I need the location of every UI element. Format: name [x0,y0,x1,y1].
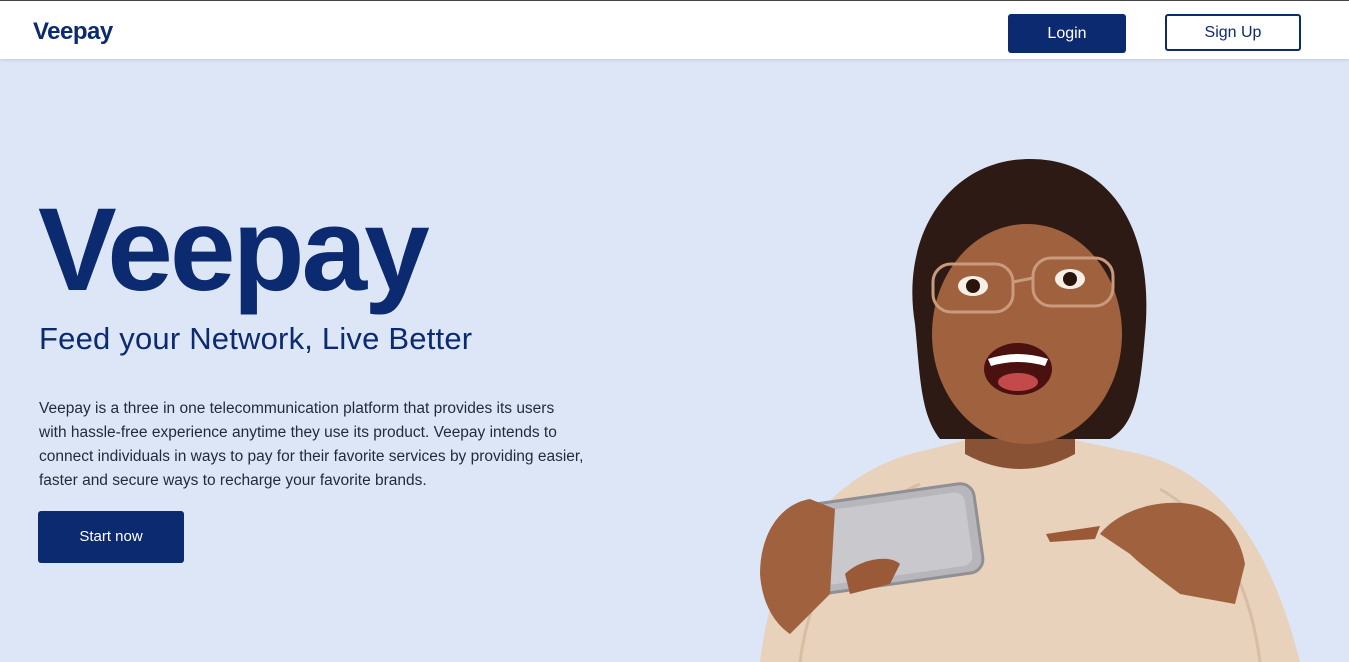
veepay-logo-large: Veepay [38,195,432,316]
veepay-logo-small[interactable]: Veepay [33,13,133,45]
start-now-button[interactable]: Start now [38,511,184,563]
hero-tagline: Feed your Network, Live Better [39,321,473,356]
hero-section: Veepay Feed your Network, Live Better Ve… [0,59,1349,662]
svg-text:Veepay: Veepay [38,195,429,316]
svg-text:Veepay: Veepay [33,18,114,45]
hero-description: Veepay is a three in one telecommunicati… [39,400,584,489]
signup-button[interactable]: Sign Up [1165,14,1301,51]
woman-with-phone-image [760,159,1300,662]
login-button[interactable]: Login [1008,14,1126,53]
top-nav-bar: Veepay Login Sign Up [0,1,1349,59]
